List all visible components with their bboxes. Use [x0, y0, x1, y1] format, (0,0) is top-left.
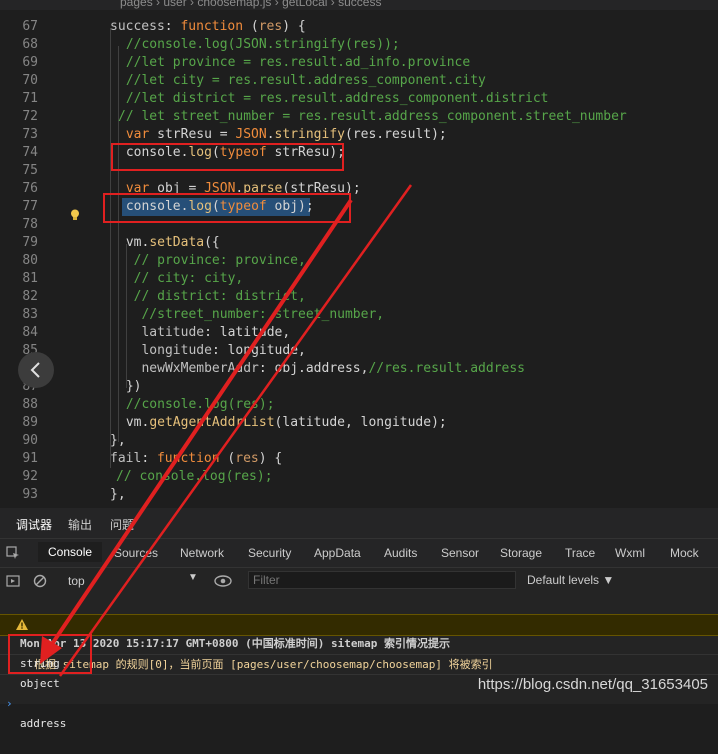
annotation-arrow: [40, 184, 413, 677]
watermark: https://blog.csdn.net/qq_31653405: [477, 676, 708, 693]
